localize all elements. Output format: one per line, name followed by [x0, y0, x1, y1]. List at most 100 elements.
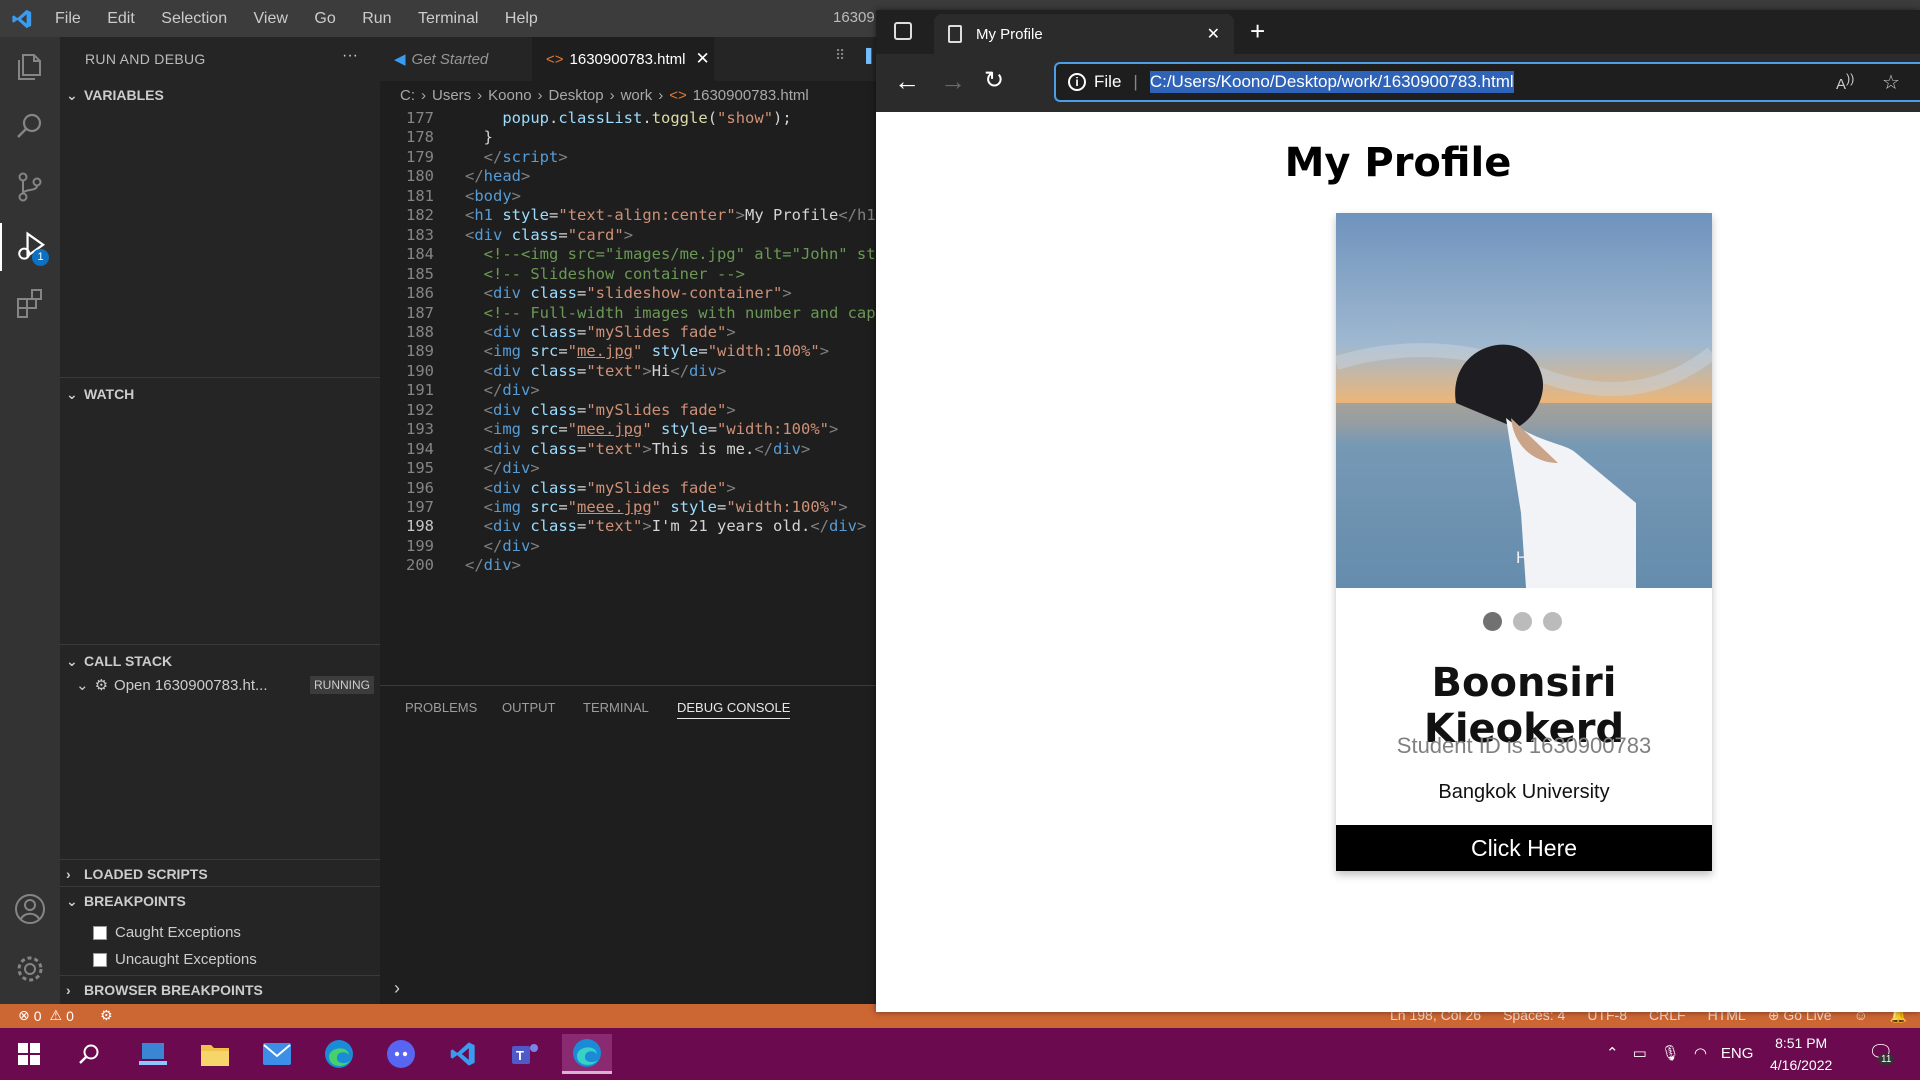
menu-view[interactable]: View	[254, 10, 288, 27]
address-url[interactable]: C:/Users/Koono/Desktop/work/1630900783.h…	[1149, 71, 1514, 93]
menu-selection[interactable]: Selection	[161, 10, 227, 27]
web-page: My Profile Hi Boonsiri Kieokerd Student …	[876, 112, 1920, 1012]
warning-count: 0	[66, 1007, 74, 1024]
code-line: </head>	[465, 167, 531, 186]
search-icon[interactable]	[12, 109, 48, 145]
forward-arrow-icon[interactable]: →	[940, 66, 966, 97]
uncaught-exceptions-row[interactable]: Uncaught Exceptions	[93, 951, 257, 968]
back-arrow-icon[interactable]: ←	[894, 66, 920, 97]
debug-status-icon[interactable]: ⚙	[100, 1007, 113, 1024]
console-input-prompt-icon[interactable]: ›	[394, 978, 400, 999]
tab-output[interactable]: OUTPUT	[502, 700, 555, 715]
menu-edit[interactable]: Edit	[107, 10, 135, 27]
menu-go[interactable]: Go	[314, 10, 335, 27]
code-line: <img src="me.jpg" style="width:100%">	[465, 342, 830, 361]
tab-actions-icon[interactable]	[894, 22, 912, 40]
extensions-icon[interactable]	[12, 285, 48, 321]
caught-exceptions-row[interactable]: Caught Exceptions	[93, 924, 241, 941]
meet-now-icon[interactable]: ▭	[1633, 1044, 1647, 1062]
clock-date[interactable]: 4/16/2022	[1770, 1054, 1832, 1076]
slide-dot-1[interactable]	[1483, 612, 1502, 631]
read-aloud-icon[interactable]: A))	[1836, 72, 1854, 93]
wifi-icon[interactable]: ◠	[1694, 1044, 1707, 1062]
language-indicator[interactable]: ENG	[1721, 1045, 1754, 1062]
menu-file[interactable]: File	[55, 10, 81, 27]
file-explorer-icon[interactable]	[190, 1034, 240, 1074]
menu-terminal[interactable]: Terminal	[418, 10, 478, 27]
browser-breakpoints-label: BROWSER BREAKPOINTS	[84, 982, 263, 998]
breadcrumb-item[interactable]: Users	[432, 87, 471, 104]
run-debug-icon[interactable]: 1	[0, 223, 60, 271]
code-editor[interactable]: 177 popup.classList.toggle("show"); 178 }…	[380, 109, 876, 685]
variables-label: VARIABLES	[84, 87, 164, 103]
uncaught-exceptions-checkbox[interactable]	[93, 952, 107, 967]
call-stack-item[interactable]: ⌄ ⚙ Open 1630900783.ht... RUNNING	[76, 673, 376, 697]
slide-caption: Hi	[1515, 548, 1533, 567]
breadcrumb-item[interactable]: Koono	[488, 87, 531, 104]
info-icon[interactable]: i	[1068, 73, 1086, 91]
breadcrumb-item[interactable]: work	[621, 87, 653, 104]
run-debug-sidebar: RUN AND DEBUG ··· ⌄ VARIABLES ⌄ WATCH ⌄ …	[60, 37, 380, 1004]
tab-get-started[interactable]: ◀ Get Started	[380, 37, 532, 81]
caught-exceptions-checkbox[interactable]	[93, 925, 107, 940]
breadcrumb-item[interactable]: C:	[400, 87, 415, 104]
student-id: Student ID is 1630900783	[1396, 733, 1652, 758]
teams-icon[interactable]: T	[500, 1034, 550, 1074]
breadcrumb-item[interactable]: Desktop	[549, 87, 604, 104]
click-here-button[interactable]: Click Here	[1336, 825, 1712, 871]
tab-label: 1630900783.html	[569, 50, 686, 68]
tab-label: Get Started	[411, 50, 489, 68]
new-tab-icon[interactable]: +	[1250, 16, 1265, 47]
menu-help[interactable]: Help	[505, 10, 538, 27]
code-line: <!-- Slideshow container -->	[465, 264, 745, 283]
bottom-panel: PROBLEMS OUTPUT TERMINAL DEBUG CONSOLE ›	[380, 685, 876, 1004]
warning-icon: ⚠	[49, 1007, 63, 1023]
browser-tab-my-profile[interactable]: My Profile ✕	[934, 14, 1234, 54]
menu-run[interactable]: Run	[362, 10, 391, 27]
chevron-up-icon[interactable]: ⌃	[1606, 1044, 1619, 1062]
explorer-icon[interactable]	[12, 49, 48, 85]
refresh-icon[interactable]: ↻	[984, 66, 1004, 95]
line-number: 179	[406, 147, 434, 166]
source-control-icon[interactable]	[12, 169, 48, 205]
debug-toolbar-handle[interactable]: ⠿	[835, 47, 845, 64]
notification-center-icon[interactable]: 🗨 11	[1868, 1040, 1895, 1065]
browser-tab-title: My Profile	[976, 25, 1043, 43]
chevron-right-icon: ›	[66, 866, 71, 882]
slide-dot-2[interactable]	[1513, 612, 1532, 631]
close-icon[interactable]: ✕	[1207, 24, 1220, 44]
start-icon[interactable]	[4, 1034, 54, 1074]
more-actions-button[interactable]: ···	[342, 47, 358, 65]
line-number: 199	[406, 536, 434, 555]
watch-section-header[interactable]: ⌄ WATCH	[60, 377, 380, 402]
vscode-logo-icon: ◀	[394, 51, 406, 68]
breakpoints-section-header[interactable]: ⌄ BREAKPOINTS	[60, 886, 380, 909]
discord-icon[interactable]	[376, 1034, 426, 1074]
task-app-icon[interactable]	[128, 1034, 178, 1074]
address-bar[interactable]: i File | C:/Users/Koono/Desktop/work/163…	[1054, 62, 1920, 102]
clock-time[interactable]: 8:51 PM	[1770, 1032, 1832, 1054]
tab-problems[interactable]: PROBLEMS	[405, 700, 477, 715]
variables-section-header[interactable]: ⌄ VARIABLES	[60, 87, 380, 103]
microphone-icon[interactable]: 🎙	[1661, 1044, 1680, 1062]
account-icon[interactable]	[12, 891, 48, 927]
mail-icon[interactable]	[252, 1034, 302, 1074]
edge-dev-icon[interactable]	[562, 1034, 612, 1074]
breadcrumb-item[interactable]: 1630900783.html	[693, 87, 809, 104]
settings-gear-icon[interactable]	[12, 951, 48, 987]
call-stack-section-header[interactable]: ⌄ CALL STACK	[60, 644, 380, 669]
uncaught-exceptions-label: Uncaught Exceptions	[115, 951, 257, 968]
vscode-icon[interactable]	[438, 1034, 488, 1074]
tab-1630900783-html[interactable]: <> 1630900783.html ✕	[532, 37, 714, 81]
tab-debug-console[interactable]: DEBUG CONSOLE	[677, 700, 791, 719]
edge-icon[interactable]	[314, 1034, 364, 1074]
tab-terminal[interactable]: TERMINAL	[583, 700, 649, 715]
close-icon[interactable]: ✕	[695, 49, 709, 69]
browser-breakpoints-section-header[interactable]: › BROWSER BREAKPOINTS	[60, 975, 380, 998]
slide-dot-3[interactable]	[1543, 612, 1562, 631]
search-icon[interactable]	[64, 1034, 114, 1074]
problems-status[interactable]: ⊗ 0 ⚠ 0	[18, 1007, 74, 1024]
loaded-scripts-section-header[interactable]: › LOADED SCRIPTS	[60, 859, 380, 882]
favorite-star-icon[interactable]: ☆	[1882, 70, 1900, 95]
line-number: 193	[406, 420, 434, 439]
